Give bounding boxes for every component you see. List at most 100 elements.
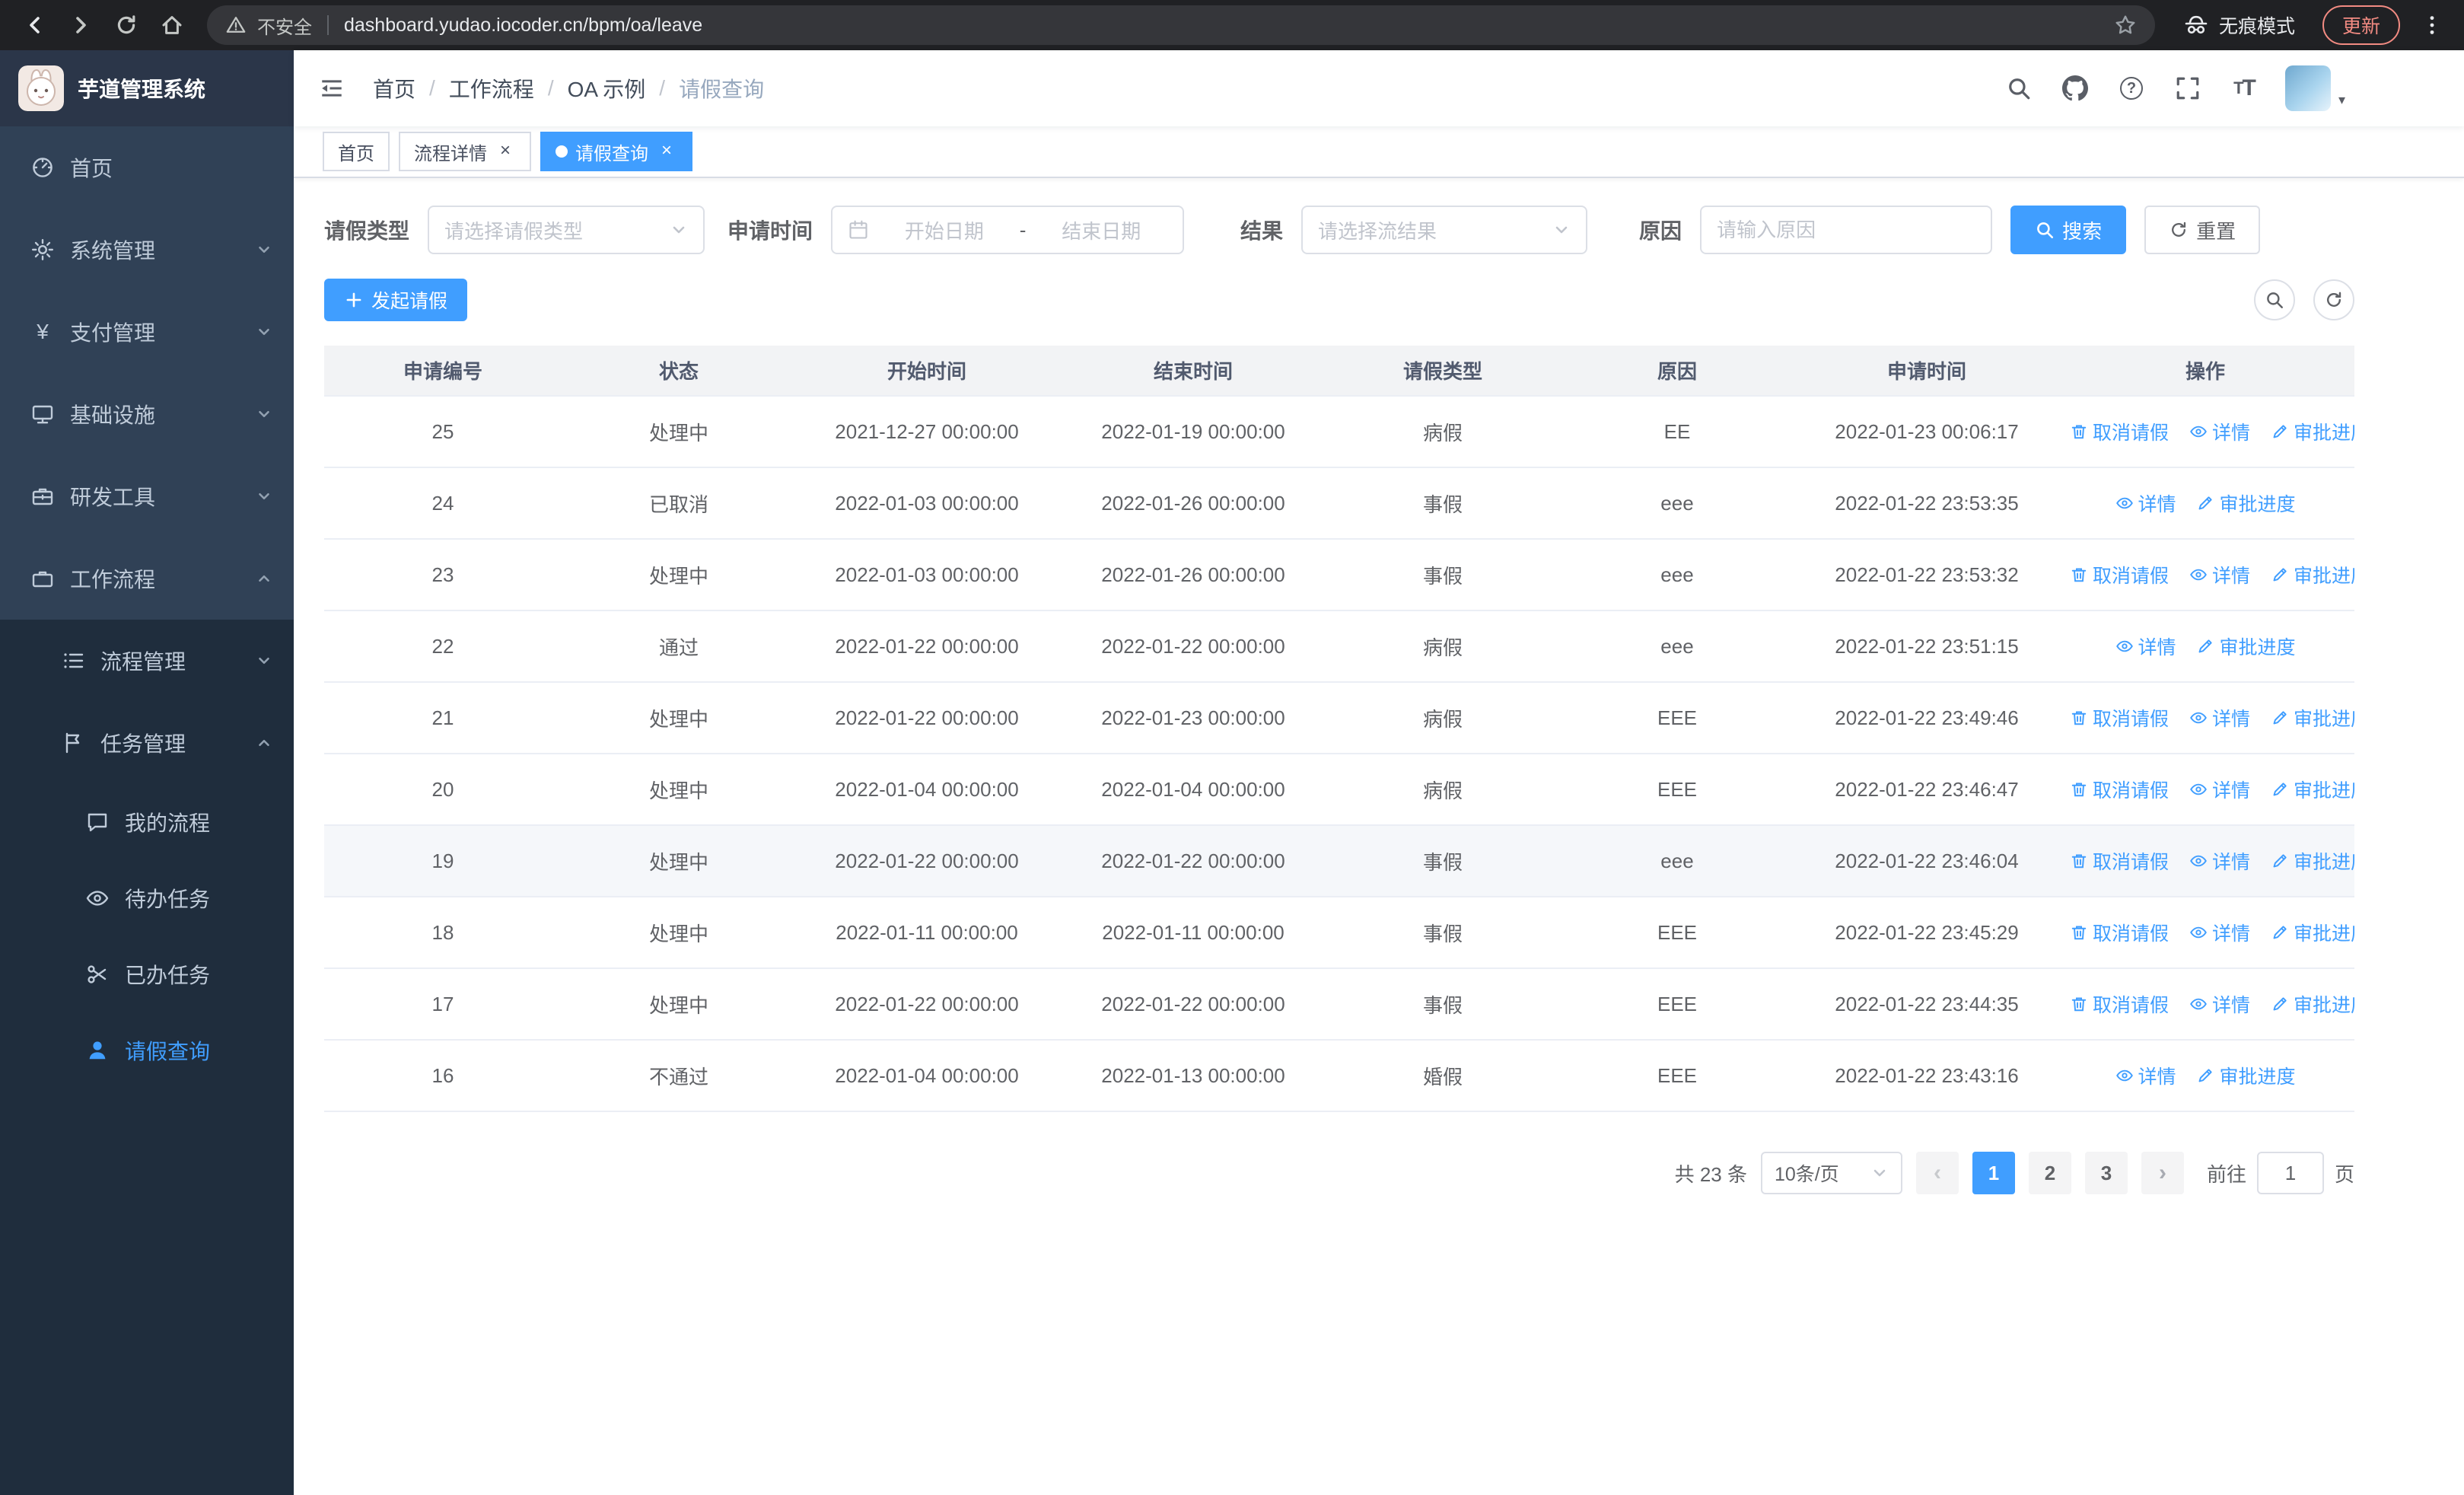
next-page-button[interactable]: › <box>2141 1152 2184 1194</box>
sidebar-collapse-icon[interactable] <box>294 50 370 126</box>
breadcrumb-oa-example[interactable]: OA 示例 <box>568 73 646 104</box>
refresh-table-button[interactable] <box>2313 279 2354 320</box>
cancel-leave-link[interactable]: 取消请假 <box>2070 704 2169 732</box>
result-select[interactable]: 请选择流结果 <box>1301 206 1588 254</box>
approval-progress-link[interactable]: 审批进度 <box>2271 704 2354 732</box>
reason-input[interactable] <box>1700 206 1993 254</box>
page-size-select[interactable]: 10条/页 <box>1760 1152 1902 1194</box>
bookmark-star-icon[interactable] <box>2114 14 2137 37</box>
address-bar[interactable]: 不安全 dashboard.yudao.iocoder.cn/bpm/oa/le… <box>207 5 2155 45</box>
filter-leave-type: 请假类型 请选择请假类型 <box>324 206 705 254</box>
cancel-leave-link[interactable]: 取消请假 <box>2070 418 2169 445</box>
breadcrumb-home[interactable]: 首页 <box>373 73 415 104</box>
breadcrumb-workflow[interactable]: 工作流程 <box>449 73 534 104</box>
cancel-leave-link[interactable]: 取消请假 <box>2070 847 2169 875</box>
detail-link[interactable]: 详情 <box>2115 489 2176 517</box>
cell-apply-time: 2022-01-22 23:53:32 <box>1797 539 2056 611</box>
sidebar-item-process-management[interactable]: 流程管理 <box>0 620 294 702</box>
cancel-leave-link[interactable]: 取消请假 <box>2070 990 2169 1018</box>
cancel-leave-link[interactable]: 取消请假 <box>2070 776 2169 803</box>
github-icon[interactable] <box>2060 73 2090 104</box>
font-size-icon[interactable]: TT <box>2229 73 2259 104</box>
approval-progress-link[interactable]: 审批进度 <box>2271 776 2354 803</box>
sidebar-item-home[interactable]: 首页 <box>0 126 294 209</box>
cell-apply-id: 19 <box>324 825 562 897</box>
approval-progress-link[interactable]: 审批进度 <box>2271 919 2354 946</box>
browser-menu-icon[interactable] <box>2415 5 2449 45</box>
sidebar-item-label: 系统管理 <box>70 239 156 263</box>
trash-icon <box>2071 783 2087 796</box>
tab-leave-query[interactable]: 请假查询 × <box>540 132 692 171</box>
approval-progress-link[interactable]: 审批进度 <box>2196 633 2295 660</box>
goto-page-input[interactable] <box>2256 1152 2324 1194</box>
approval-progress-link[interactable]: 审批进度 <box>2271 847 2354 875</box>
tab-process-detail[interactable]: 流程详情 × <box>399 132 531 171</box>
create-leave-button[interactable]: 发起请假 <box>324 279 468 321</box>
detail-link[interactable]: 详情 <box>2115 1062 2176 1089</box>
page-button-1[interactable]: 1 <box>1972 1152 2015 1194</box>
search-button[interactable]: 搜索 <box>2010 206 2127 254</box>
sidebar-item-infrastructure[interactable]: 基础设施 <box>0 373 294 455</box>
detail-link[interactable]: 详情 <box>2115 633 2176 660</box>
page-button-3[interactable]: 3 <box>2084 1152 2128 1194</box>
approval-progress-link[interactable]: 审批进度 <box>2196 489 2295 517</box>
sidebar-item-leave-query[interactable]: 请假查询 <box>0 1012 294 1089</box>
page-button-2[interactable]: 2 <box>2028 1152 2071 1194</box>
user-menu[interactable]: ▾ <box>2284 65 2345 111</box>
help-icon[interactable]: ? <box>2116 73 2147 104</box>
browser-forward-icon[interactable] <box>61 5 100 45</box>
prev-page-button[interactable]: ‹ <box>1915 1152 1959 1194</box>
browser-update-button[interactable]: 更新 <box>2322 5 2400 45</box>
refresh-icon <box>2326 292 2341 307</box>
cancel-leave-link[interactable]: 取消请假 <box>2070 919 2169 946</box>
tab-home[interactable]: 首页 <box>323 132 390 171</box>
sidebar-item-workflow[interactable]: 工作流程 <box>0 537 294 620</box>
detail-link[interactable]: 详情 <box>2189 561 2250 588</box>
sidebar-item-payment[interactable]: ¥ 支付管理 <box>0 291 294 373</box>
detail-link[interactable]: 详情 <box>2189 776 2250 803</box>
sidebar-item-done-tasks[interactable]: 已办任务 <box>0 936 294 1012</box>
close-icon[interactable]: × <box>495 141 516 162</box>
approval-progress-link[interactable]: 审批进度 <box>2271 990 2354 1018</box>
fullscreen-icon[interactable] <box>2173 73 2203 104</box>
goto-page: 前往 页 <box>2207 1152 2354 1194</box>
detail-link[interactable]: 详情 <box>2189 418 2250 445</box>
close-icon[interactable]: × <box>656 141 677 162</box>
sidebar-logo[interactable]: 芋道管理系统 <box>0 50 294 126</box>
cell-apply-id: 23 <box>324 539 562 611</box>
cell-reason: EEE <box>1557 1040 1797 1112</box>
sidebar-item-devtools[interactable]: 研发工具 <box>0 455 294 537</box>
detail-link[interactable]: 详情 <box>2189 990 2250 1018</box>
eye-icon <box>2190 855 2207 866</box>
browser-back-icon[interactable] <box>15 5 55 45</box>
approval-progress-link[interactable]: 审批进度 <box>2196 1062 2295 1089</box>
sidebar-item-my-process[interactable]: 我的流程 <box>0 784 294 860</box>
browser-reload-icon[interactable] <box>107 5 146 45</box>
table-row: 18 处理中 2022-01-11 00:00:00 2022-01-11 00… <box>324 897 2354 969</box>
approval-progress-link[interactable]: 审批进度 <box>2271 418 2354 445</box>
cell-actions: 详情 审批进度 <box>2056 1040 2354 1112</box>
eye-icon <box>2190 783 2207 795</box>
approval-progress-link[interactable]: 审批进度 <box>2271 561 2354 588</box>
detail-link[interactable]: 详情 <box>2189 919 2250 946</box>
toggle-search-button[interactable] <box>2254 279 2295 320</box>
sidebar-item-todo-tasks[interactable]: 待办任务 <box>0 860 294 936</box>
leave-type-select[interactable]: 请选择请假类型 <box>428 206 705 254</box>
pen-icon <box>2273 853 2287 867</box>
cell-start-time: 2022-01-03 00:00:00 <box>796 467 1058 540</box>
detail-link[interactable]: 详情 <box>2189 704 2250 732</box>
apply-time-range-picker[interactable]: 开始日期 - 结束日期 <box>831 206 1185 254</box>
pen-icon <box>2198 1068 2213 1082</box>
pen-icon <box>2273 710 2287 724</box>
browser-home-icon[interactable] <box>152 5 192 45</box>
sidebar-item-system[interactable]: 系统管理 <box>0 209 294 291</box>
header-search-icon[interactable] <box>2004 73 2034 104</box>
cell-apply-id: 17 <box>324 968 562 1041</box>
app-title: 芋道管理系统 <box>78 78 206 101</box>
detail-link[interactable]: 详情 <box>2189 847 2250 875</box>
reset-button[interactable]: 重置 <box>2144 206 2261 254</box>
table-header-row: 申请编号 状态 开始时间 结束时间 请假类型 原因 申请时间 操作 <box>324 346 2354 397</box>
sidebar-item-task-management[interactable]: 任务管理 <box>0 702 294 784</box>
table-row: 21 处理中 2022-01-22 00:00:00 2022-01-23 00… <box>324 682 2354 754</box>
cancel-leave-link[interactable]: 取消请假 <box>2070 561 2169 588</box>
